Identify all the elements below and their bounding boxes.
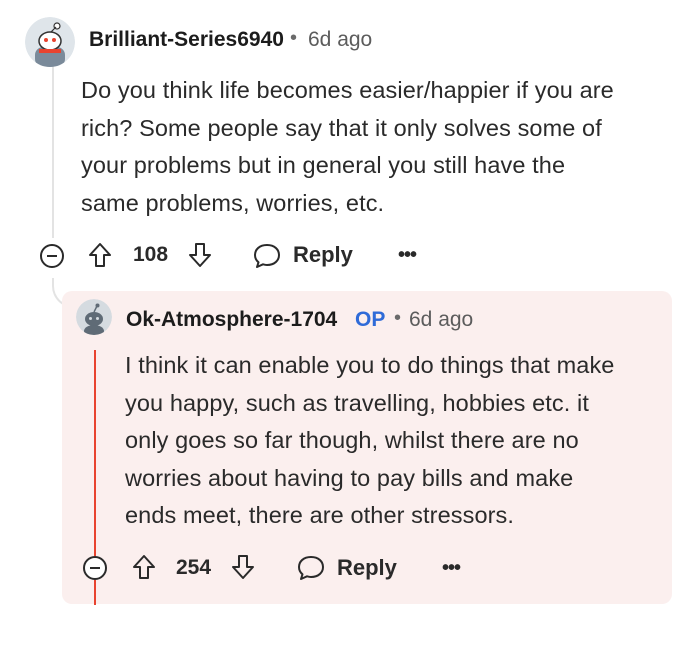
reply-author[interactable]: Ok-Atmosphere-1704 — [126, 308, 337, 332]
upvote-icon[interactable] — [132, 554, 156, 580]
avatar[interactable] — [76, 299, 112, 335]
comment-author[interactable]: Brilliant-Series6940 — [89, 28, 284, 52]
reply-button[interactable]: Reply — [337, 555, 397, 581]
comment-body-line: your problems but in general you still h… — [81, 152, 566, 178]
upvote-icon[interactable] — [88, 242, 112, 268]
more-options-icon[interactable]: ••• — [442, 557, 461, 580]
reply-body-line: worries about having to pay bills and ma… — [125, 464, 574, 491]
downvote-icon[interactable] — [188, 242, 212, 268]
thread-line-highlighted[interactable] — [94, 580, 96, 605]
reply-body: I think it can enable you to do things t… — [125, 347, 614, 535]
reply-body-line: only goes so far though, whilst there ar… — [125, 427, 579, 453]
avatar[interactable] — [25, 17, 75, 67]
reply-button[interactable]: Reply — [293, 242, 353, 268]
more-options-icon[interactable]: ••• — [398, 244, 417, 267]
reply-timestamp: 6d ago — [409, 308, 474, 331]
snoo-avatar-icon — [25, 17, 75, 67]
default-avatar-icon — [76, 299, 112, 335]
vote-count: 254 — [176, 556, 212, 579]
downvote-icon[interactable] — [231, 554, 255, 580]
reply-icon[interactable] — [252, 242, 282, 270]
op-badge: OP — [355, 308, 386, 331]
collapse-thread-button[interactable] — [40, 244, 64, 268]
reply-body-line: you happy, such as travelling, hobbies e… — [125, 389, 589, 416]
comment-body-line: Do you think life becomes easier/happier… — [81, 77, 614, 103]
reply-body-line: ends meet, there are other stressors. — [125, 502, 515, 528]
collapse-thread-button[interactable] — [83, 556, 107, 580]
comment-body-line: rich? Some people say that it only solve… — [81, 114, 602, 141]
comment-body-line: same problems, worries, etc. — [81, 189, 385, 216]
reply-body-line: I think it can enable you to do things t… — [125, 352, 615, 378]
vote-count: 108 — [133, 243, 169, 266]
reply-icon[interactable] — [296, 554, 326, 582]
meta-separator: • — [290, 27, 298, 49]
meta-separator: • — [394, 307, 402, 329]
thread-line[interactable] — [52, 66, 54, 238]
thread-line-highlighted[interactable] — [94, 350, 96, 556]
comment-timestamp: 6d ago — [308, 28, 373, 51]
comment-body: Do you think life becomes easier/happier… — [81, 72, 614, 222]
